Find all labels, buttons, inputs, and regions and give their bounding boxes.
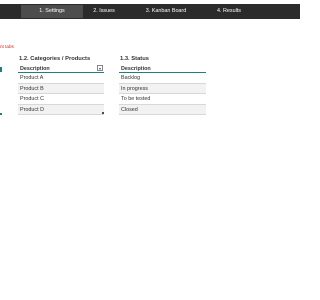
status-header-label: Description [121,66,151,72]
instruction-note: nt tabs [0,44,14,49]
status-header: Description [119,65,206,73]
categories-title: 1.2. Categories / Products [19,56,91,62]
table-row[interactable]: Product A [18,73,104,84]
categories-header-label: Description [20,66,50,72]
tab-kanban-board[interactable]: 3. Kanban Board [135,5,197,18]
tab-issues[interactable]: 2. Issues [73,5,135,18]
table-row[interactable]: Backlog [119,73,206,84]
table-row[interactable]: Closed [119,104,206,115]
table-row[interactable]: Product D [18,104,104,115]
categories-header: Description ▾ [18,65,104,73]
top-nav: 1. Settings 2. Issues 3. Kanban Board 4.… [0,0,300,21]
table-row[interactable]: To be tested [119,94,206,105]
status-table: Description Backlog In progress To be te… [119,65,206,115]
categories-table: Description ▾ Product A Product B Produc… [18,65,104,115]
table-row[interactable]: In progress [119,83,206,94]
left-table-edge [0,67,2,72]
status-title: 1.3. Status [120,56,149,62]
table-row[interactable]: Product C [18,94,104,105]
left-table-edge-bottom [0,113,2,115]
tab-results[interactable]: 4. Results [198,5,260,18]
table-row[interactable]: Product B [18,83,104,94]
table-resize-handle[interactable] [102,112,104,114]
chevron-down-icon[interactable]: ▾ [97,65,103,71]
